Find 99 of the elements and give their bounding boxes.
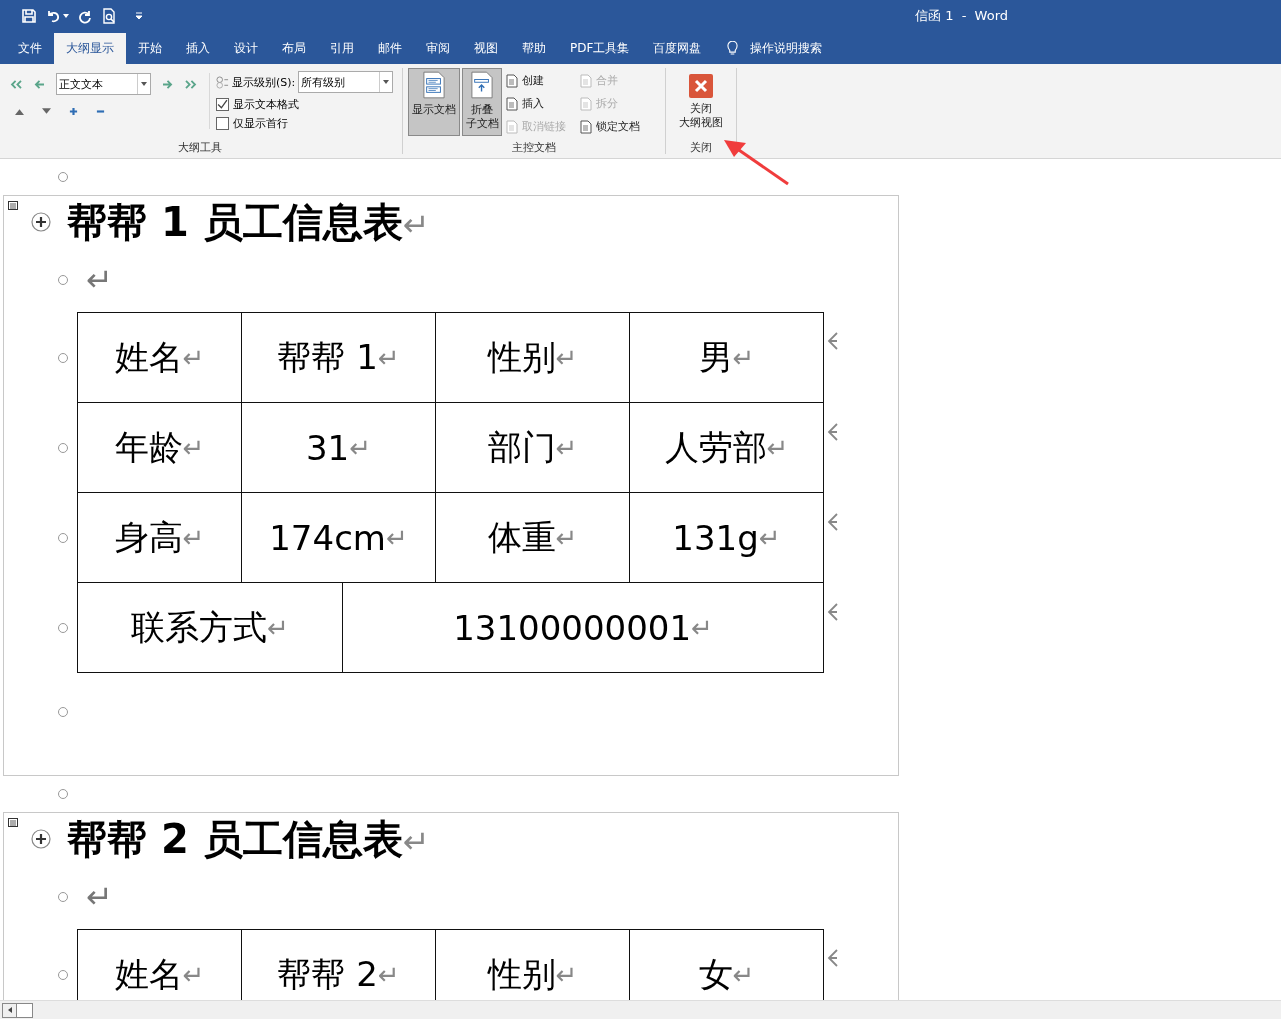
caret-icon: [383, 80, 390, 84]
outline-level-dropdown[interactable]: 正文文本: [56, 73, 151, 95]
checkbox[interactable]: 仅显示首行: [216, 116, 394, 131]
move-up-icon[interactable]: [13, 106, 26, 116]
scroll-left-button[interactable]: [2, 1002, 17, 1018]
outline-bullet: [58, 533, 68, 543]
table-cell: 年龄↵: [78, 403, 242, 493]
ribbon-small-button[interactable]: 锁定文档: [578, 115, 642, 138]
ribbon-tab[interactable]: 设计: [222, 33, 270, 64]
tell-me-search[interactable]: 操作说明搜索: [727, 33, 823, 64]
table-cell: 131g↵: [630, 493, 824, 583]
phone-number: 13100000001↵: [343, 583, 824, 673]
undo-icon[interactable]: [45, 8, 61, 24]
demote-to-body-icon[interactable]: [184, 79, 197, 89]
table-cell: 人劳部↵: [630, 403, 824, 493]
ribbon-tab[interactable]: 视图: [462, 33, 510, 64]
lightbulb-icon: [727, 41, 739, 56]
ribbon-large-button[interactable]: 显示文档: [408, 68, 460, 136]
end-of-row-mark-icon: [827, 949, 839, 967]
checkmark-icon: [217, 99, 228, 110]
ribbon-tab[interactable]: 百度网盘: [641, 33, 714, 64]
document-icon: [506, 119, 518, 134]
close-outline-view-button[interactable]: 关闭 大纲视图: [679, 68, 723, 130]
caret-icon: [141, 82, 147, 86]
expand-icon[interactable]: [67, 106, 80, 116]
outline-bullet: [58, 623, 68, 633]
left-arrow-icon: [7, 1007, 12, 1013]
table-cell: 帮帮 1↵: [242, 313, 436, 403]
ribbon-large-button[interactable]: 折叠 子文档: [462, 68, 502, 136]
ribbon-small-button[interactable]: 插入: [504, 92, 568, 115]
document-icon: [580, 96, 592, 111]
table-cell: 部门↵: [436, 403, 630, 493]
table-cell: 姓名↵: [78, 313, 242, 403]
ribbon-tab[interactable]: 引用: [318, 33, 366, 64]
show-level-icon: [216, 75, 229, 89]
outline-bullet: [58, 443, 68, 453]
table-cell: 性别↵: [436, 313, 630, 403]
search-placeholder: 操作说明搜索: [750, 40, 823, 57]
outline-bullet: [58, 172, 68, 182]
ribbon-tab[interactable]: 大纲显示: [54, 33, 126, 64]
document-list-icon: [423, 71, 445, 99]
group-label: 关闭: [690, 140, 712, 155]
document-icon: [580, 119, 592, 134]
expand-heading-icon[interactable]: [31, 212, 51, 232]
paragraph-mark: ↵: [86, 878, 113, 916]
end-of-row-mark-icon: [827, 513, 839, 531]
outline-bullet: [58, 275, 68, 285]
group-label: 大纲工具: [178, 140, 222, 155]
ribbon-tab[interactable]: 插入: [174, 33, 222, 64]
ribbon-tab[interactable]: 布局: [270, 33, 318, 64]
heading-text: 帮帮 2 员工信息表↵: [67, 814, 430, 864]
heading-text: 帮帮 1 员工信息表↵: [67, 197, 430, 247]
end-of-row-mark-icon: [827, 332, 839, 350]
outline-bullet: [58, 352, 68, 363]
document-icon: [580, 73, 592, 88]
promote-to-heading-icon[interactable]: [10, 79, 23, 89]
promote-icon[interactable]: [33, 79, 46, 89]
end-of-row-mark-icon: [827, 603, 839, 621]
ribbon-tab[interactable]: 文件: [6, 33, 54, 64]
ribbon-small-button[interactable]: 创建: [504, 69, 568, 92]
save-icon[interactable]: [21, 8, 37, 24]
subdocument-icon[interactable]: [8, 201, 18, 210]
caret-icon[interactable]: [63, 14, 69, 18]
outline-bullet: [58, 707, 68, 717]
redo-icon[interactable]: [77, 8, 93, 24]
end-of-row-mark-icon: [827, 423, 839, 441]
subdocument-icon[interactable]: [8, 818, 18, 827]
table-cell: 身高↵: [78, 493, 242, 583]
ribbon-tab[interactable]: 帮助: [510, 33, 558, 64]
group-label: 主控文档: [512, 140, 556, 155]
checkbox[interactable]: 显示文本格式: [216, 97, 394, 112]
contact-label: 联系方式↵: [78, 583, 343, 673]
ribbon-tab[interactable]: 开始: [126, 33, 174, 64]
document-icon: [506, 96, 518, 111]
show-level-label: 显示级别(S):: [232, 74, 296, 90]
table-cell: 体重↵: [436, 493, 630, 583]
expand-heading-icon[interactable]: [31, 829, 51, 849]
paragraph-mark: ↵: [86, 261, 113, 299]
ribbon-tab[interactable]: PDF工具集: [558, 33, 642, 64]
ribbon-tab[interactable]: 审阅: [414, 33, 462, 64]
outline-bullet: [58, 892, 68, 902]
table-cell: 174cm↵: [242, 493, 436, 583]
checkbox-box[interactable]: [216, 98, 229, 111]
print-preview-icon[interactable]: [101, 8, 117, 24]
collapse-document-icon: [471, 71, 493, 99]
customize-toolbar-icon[interactable]: [135, 12, 143, 20]
close-icon: [689, 74, 713, 98]
show-level-dropdown[interactable]: 所有级别: [298, 71, 394, 93]
outline-bullet: [58, 789, 68, 799]
scrollbar-thumb[interactable]: [17, 1002, 33, 1018]
move-down-icon[interactable]: [40, 106, 53, 116]
ribbon-tab[interactable]: 邮件: [366, 33, 414, 64]
demote-icon[interactable]: [161, 79, 174, 89]
outline-bullet: [58, 969, 68, 980]
table-cell: 男↵: [630, 313, 824, 403]
document-icon: [506, 73, 518, 88]
window-title: 信函 1 - Word: [915, 7, 1009, 25]
checkbox-box[interactable]: [216, 117, 229, 130]
table-cell: 31↵: [242, 403, 436, 493]
